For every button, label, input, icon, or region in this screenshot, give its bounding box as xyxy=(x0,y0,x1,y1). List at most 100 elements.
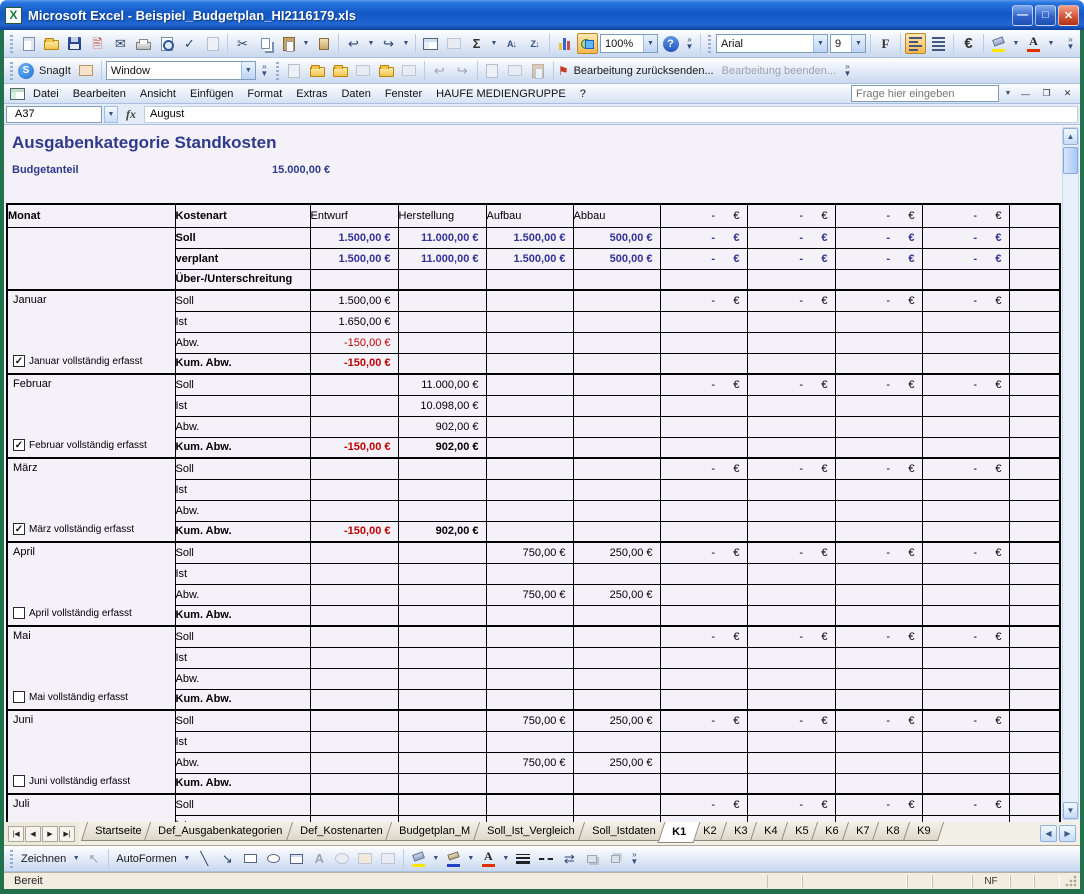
rectangle-icon[interactable] xyxy=(240,848,261,869)
value-cell[interactable] xyxy=(922,815,1009,822)
insert-function-icon[interactable]: fx xyxy=(120,107,142,122)
value-cell[interactable] xyxy=(747,479,835,500)
menu-haufe[interactable]: HAUFE MEDIENGRUPPE xyxy=(429,86,573,102)
value-cell[interactable] xyxy=(747,752,835,773)
value-cell[interactable]: - € xyxy=(922,290,1009,311)
toolbar-grip[interactable] xyxy=(276,62,279,80)
value-cell[interactable] xyxy=(660,332,747,353)
value-cell[interactable] xyxy=(747,353,835,374)
wordart-icon[interactable]: A xyxy=(309,848,330,869)
value-cell[interactable]: -150,00 € xyxy=(310,521,398,542)
sheet-tab-K9[interactable]: K9 xyxy=(902,822,944,841)
value-cell[interactable] xyxy=(1009,710,1060,731)
value-cell[interactable] xyxy=(310,458,398,479)
value-cell[interactable] xyxy=(660,752,747,773)
value-cell[interactable] xyxy=(310,374,398,395)
name-box-dropdown-icon[interactable]: ▼ xyxy=(104,106,118,123)
value-cell[interactable]: 10.098,00 € xyxy=(398,395,486,416)
value-cell[interactable] xyxy=(486,332,573,353)
value-cell[interactable] xyxy=(835,647,922,668)
value-cell[interactable] xyxy=(486,668,573,689)
value-cell[interactable] xyxy=(398,752,486,773)
value-cell[interactable]: -150,00 € xyxy=(310,332,398,353)
value-cell[interactable] xyxy=(486,290,573,311)
value-cell[interactable] xyxy=(310,794,398,815)
toolbar-options-icon[interactable]: »▼ xyxy=(258,60,271,81)
value-cell[interactable]: - € xyxy=(747,542,835,563)
value-cell[interactable] xyxy=(486,689,573,710)
value-cell[interactable] xyxy=(486,311,573,332)
value-cell[interactable] xyxy=(835,437,922,458)
value-cell[interactable] xyxy=(747,815,835,822)
font-color-button[interactable]: A xyxy=(478,848,499,869)
value-cell[interactable]: - € xyxy=(835,290,922,311)
value-cell[interactable] xyxy=(1009,458,1060,479)
review-tool-icon[interactable] xyxy=(284,60,305,81)
value-cell[interactable] xyxy=(573,689,660,710)
value-cell[interactable] xyxy=(573,500,660,521)
sheet-tab-Budgetplan_M[interactable]: Budgetplan_M xyxy=(385,822,484,841)
row-label-cell[interactable]: Soll xyxy=(175,458,310,479)
review-tool-icon[interactable] xyxy=(482,60,503,81)
value-cell[interactable] xyxy=(310,269,398,290)
value-cell[interactable] xyxy=(310,416,398,437)
value-cell[interactable] xyxy=(486,416,573,437)
review-tool-icon[interactable] xyxy=(399,60,420,81)
workbook-icon[interactable] xyxy=(8,85,26,103)
value-cell[interactable] xyxy=(573,311,660,332)
hyperlink-icon[interactable] xyxy=(443,33,464,54)
line-icon[interactable]: ╲ xyxy=(194,848,215,869)
value-cell[interactable] xyxy=(1009,521,1060,542)
value-cell[interactable]: - € xyxy=(922,542,1009,563)
question-input[interactable] xyxy=(851,85,999,102)
value-cell[interactable] xyxy=(486,563,573,584)
review-tool-icon[interactable] xyxy=(376,60,397,81)
value-cell[interactable]: - € xyxy=(835,204,922,227)
value-cell[interactable] xyxy=(835,605,922,626)
column-header[interactable]: Kostenart xyxy=(175,204,310,227)
value-cell[interactable] xyxy=(1009,647,1060,668)
scroll-down-icon[interactable]: ▼ xyxy=(1063,802,1078,819)
arrow-style-icon[interactable]: ⇄ xyxy=(559,848,580,869)
value-cell[interactable]: - € xyxy=(922,794,1009,815)
value-cell[interactable] xyxy=(573,479,660,500)
value-cell[interactable] xyxy=(660,437,747,458)
toolbar-options-icon[interactable]: »▼ xyxy=(628,848,641,869)
sort-ascending-icon[interactable]: A↓ xyxy=(501,33,522,54)
value-cell[interactable] xyxy=(922,416,1009,437)
snagit-capture-icon[interactable] xyxy=(76,60,97,81)
value-cell[interactable] xyxy=(660,479,747,500)
shadow-style-icon[interactable] xyxy=(582,848,603,869)
end-review-button[interactable]: Bearbeitung beenden... xyxy=(719,65,839,77)
value-cell[interactable]: -150,00 € xyxy=(310,353,398,374)
chart-wizard-icon[interactable] xyxy=(554,33,575,54)
autosum-icon[interactable]: Σ xyxy=(466,33,487,54)
email-icon[interactable]: ✉ xyxy=(110,33,131,54)
font-dropdown-icon[interactable]: ▼ xyxy=(813,35,827,52)
value-cell[interactable] xyxy=(486,647,573,668)
value-cell[interactable]: 1.650,00 € xyxy=(310,311,398,332)
value-cell[interactable] xyxy=(398,584,486,605)
month-cell[interactable] xyxy=(7,227,175,290)
value-cell[interactable]: 902,00 € xyxy=(398,437,486,458)
value-cell[interactable] xyxy=(486,500,573,521)
value-cell[interactable] xyxy=(835,563,922,584)
column-header[interactable]: Aufbau xyxy=(486,204,573,227)
zoom-select[interactable]: 100% ▼ xyxy=(600,34,658,53)
value-cell[interactable] xyxy=(486,353,573,374)
line-color-button[interactable] xyxy=(443,848,464,869)
row-label-cell[interactable]: Kum. Abw. xyxy=(175,773,310,794)
value-cell[interactable] xyxy=(486,794,573,815)
value-cell[interactable] xyxy=(1009,542,1060,563)
value-cell[interactable] xyxy=(922,479,1009,500)
value-cell[interactable] xyxy=(660,395,747,416)
value-cell[interactable] xyxy=(660,500,747,521)
value-cell[interactable] xyxy=(1009,332,1060,353)
value-cell[interactable]: 11.000,00 € xyxy=(398,248,486,269)
clip-art-icon[interactable] xyxy=(355,848,376,869)
checkbox-icon[interactable]: ✓ xyxy=(13,355,25,367)
value-cell[interactable] xyxy=(747,647,835,668)
value-cell[interactable] xyxy=(660,605,747,626)
fill-color-dropdown-icon[interactable]: ▼ xyxy=(431,849,441,869)
row-label-cell[interactable]: Ist xyxy=(175,815,310,822)
